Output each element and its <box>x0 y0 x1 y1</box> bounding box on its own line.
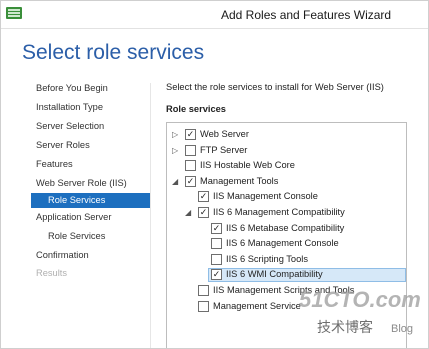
watermark-site: 51CTO.com <box>299 287 421 312</box>
role-label: IIS 6 WMI Compatibility <box>226 269 323 280</box>
nav-item-label: Features <box>36 159 73 169</box>
tree-row[interactable]: ◢ ✓ Management Tools <box>167 175 406 189</box>
tree-row[interactable]: ✓ IIS 6 WMI Compatibility <box>167 268 406 283</box>
role-checkbox[interactable]: ✓ <box>198 207 209 218</box>
nav-item[interactable]: Application Server <box>36 212 111 222</box>
role-label: IIS 6 Management Console <box>226 238 339 249</box>
nav-item-label: Before You Begin <box>36 83 108 93</box>
nav-item-label: Application Server <box>36 212 112 222</box>
nav-item[interactable]: Features <box>36 159 73 169</box>
nav-item[interactable]: Confirmation <box>36 250 89 260</box>
title-divider <box>1 28 428 29</box>
nav-item-label: Installation Type <box>36 102 104 112</box>
role-checkbox[interactable] <box>198 285 209 296</box>
nav-item-label: Confirmation <box>36 250 89 260</box>
nav-item-label: Server Roles <box>36 140 90 150</box>
collapse-arrow-icon[interactable]: ▷ <box>172 146 178 155</box>
nav-item[interactable]: Server Selection <box>36 121 104 131</box>
instruction-text: Select the role services to install for … <box>166 82 384 92</box>
nav-item-label: Results <box>36 268 68 278</box>
role-checkbox[interactable]: ✓ <box>211 222 222 234</box>
nav-item[interactable]: Installation Type <box>36 102 103 112</box>
collapse-arrow-icon[interactable]: ▷ <box>172 130 178 139</box>
tree-row[interactable]: ✓ IIS 6 Metabase Compatibility <box>167 222 406 236</box>
watermark-blog: Blog <box>391 323 413 335</box>
nav-item-label: Role Services <box>48 231 106 241</box>
role-services-label: Role services <box>166 104 226 114</box>
window-title: Add Roles and Features Wizard <box>221 8 392 22</box>
role-checkbox[interactable] <box>211 253 222 265</box>
nav-item[interactable]: Server Roles <box>36 140 90 150</box>
nav-item-label: Role Services <box>48 195 106 205</box>
nav-item[interactable]: Before You Begin <box>36 83 108 93</box>
role-checkbox[interactable]: ✓ <box>198 191 209 203</box>
role-label: Management Service <box>213 300 301 311</box>
page-title: Select role services <box>22 41 205 64</box>
role-label: IIS Management Console <box>213 191 318 202</box>
role-label: IIS Hostable Web Core <box>200 160 295 171</box>
nav-item-label: Server Selection <box>36 121 105 131</box>
role-checkbox[interactable] <box>185 144 196 156</box>
role-label: IIS 6 Management Compatibility <box>213 207 345 217</box>
role-label: Management Tools <box>200 175 279 186</box>
tree-row[interactable]: ◢ ✓ IIS 6 Management Compatibility <box>167 206 406 220</box>
nav-item: Results <box>36 268 67 278</box>
nav-item[interactable]: Role Services <box>31 193 150 208</box>
role-checkbox[interactable]: ✓ <box>211 269 222 281</box>
tree-row[interactable]: ✓ IIS Management Console <box>167 190 406 204</box>
nav-divider <box>150 83 151 348</box>
tree-row[interactable]: ▷ ✓ Web Server <box>167 128 406 142</box>
tree-row[interactable]: IIS 6 Scripting Tools <box>167 253 406 267</box>
wizard-window: Add Roles and Features Wizard Select rol… <box>0 0 429 349</box>
title-bar: Add Roles and Features Wizard <box>1 1 428 28</box>
site-watermark: 51CTO.com 技术博客 Blog <box>299 287 421 336</box>
tree-row[interactable]: IIS 6 Management Console <box>167 237 406 251</box>
tree-row[interactable]: ▷ FTP Server <box>167 144 406 158</box>
role-label: IIS 6 Metabase Compatibility <box>226 222 345 233</box>
nav-item-label: Web Server Role (IIS) <box>36 178 127 188</box>
role-checkbox[interactable] <box>185 160 196 172</box>
watermark-tagline: 技术博客 <box>317 319 373 336</box>
tree-row[interactable]: IIS Hostable Web Core <box>167 159 406 173</box>
role-checkbox[interactable]: ✓ <box>185 175 196 187</box>
role-checkbox[interactable] <box>198 300 209 312</box>
role-label: IIS 6 Scripting Tools <box>226 253 308 264</box>
server-manager-icon <box>6 7 22 19</box>
expand-arrow-icon[interactable]: ◢ <box>172 177 178 186</box>
nav-item[interactable]: Web Server Role (IIS) <box>36 178 127 188</box>
expand-arrow-icon[interactable]: ◢ <box>185 208 191 217</box>
nav-item[interactable]: Role Services <box>48 231 105 241</box>
role-checkbox[interactable] <box>211 238 222 250</box>
role-checkbox[interactable]: ✓ <box>185 129 196 140</box>
role-label: FTP Server <box>200 144 248 155</box>
role-label: Web Server <box>200 129 249 139</box>
